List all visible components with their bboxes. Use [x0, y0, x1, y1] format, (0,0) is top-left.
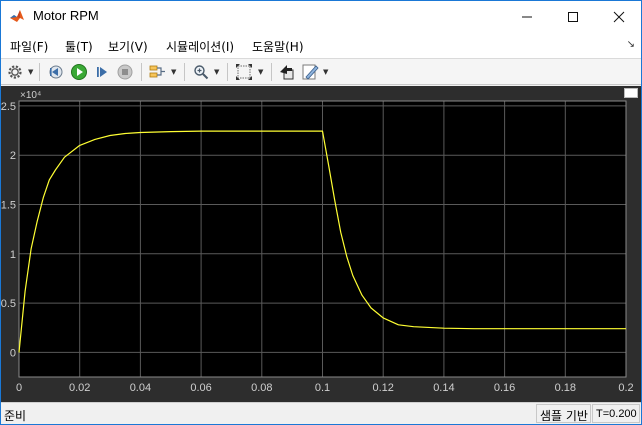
status-ready-text: 준비 — [4, 409, 27, 423]
x-tick-label: 0.18 — [555, 382, 576, 394]
toolbar: ▼ ▼ ▼ ▼ ▼ — [1, 59, 641, 85]
y-tick-label: 2.5 — [1, 101, 16, 113]
gear-icon — [8, 65, 22, 79]
y-tick-label: 0 — [10, 347, 16, 359]
minimize-icon — [522, 16, 532, 17]
run-icon — [71, 64, 87, 80]
step-back-icon — [49, 65, 63, 79]
menu-view[interactable]: 보기(V) — [108, 38, 148, 55]
signal-selector-icon — [149, 65, 165, 78]
x-tick-label: 0.02 — [69, 382, 90, 394]
style-icon — [302, 64, 319, 80]
y-exponent-label: ×10⁴ — [20, 90, 41, 101]
highlight-block-icon — [280, 65, 294, 80]
menu-overflow-icon[interactable]: ↘ — [627, 39, 635, 50]
x-tick-label: 0.04 — [130, 382, 151, 394]
x-tick-label: 0.1 — [315, 382, 330, 394]
y-tick-label: 1.5 — [1, 200, 16, 212]
minimize-button[interactable] — [504, 1, 550, 32]
x-tick-label: 0.14 — [433, 382, 454, 394]
step-back-button[interactable] — [45, 62, 67, 82]
style-dropdown-icon[interactable]: ▼ — [323, 68, 328, 76]
highlight-block-button[interactable] — [276, 62, 298, 82]
signal-dropdown-icon[interactable]: ▼ — [171, 68, 176, 76]
x-tick-label: 0.06 — [190, 382, 211, 394]
matlab-logo-icon — [10, 10, 24, 22]
toolbar-separator — [271, 63, 272, 81]
maximize-icon — [568, 11, 578, 22]
maximize-button[interactable] — [550, 1, 596, 32]
style-button[interactable] — [299, 62, 321, 82]
scope-chart[interactable]: 0 0.02 0.04 0.06 0.08 0.1 0.12 0.14 0.16 0.18 0.2 0… — [1, 86, 641, 402]
fit-to-view-button[interactable] — [233, 62, 255, 82]
close-icon — [613, 11, 625, 22]
step-forward-button[interactable] — [91, 62, 113, 82]
menu-help[interactable]: 도움말(H) — [252, 38, 304, 55]
settings-dropdown-icon[interactable]: ▼ — [28, 68, 33, 76]
scope-window: Motor RPM 파일(F) 툴(T) 보기(V) 시뮬레이션(I) 도움말(… — [0, 0, 642, 425]
x-tick-label: 0 — [16, 382, 22, 394]
x-tick-label: 0.16 — [494, 382, 515, 394]
menu-simulation[interactable]: 시뮬레이션(I) — [166, 38, 234, 55]
stop-icon — [117, 64, 133, 80]
menu-tools[interactable]: 툴(T) — [65, 38, 93, 55]
title-bar: Motor RPM — [1, 1, 641, 32]
x-tick-label: 0.08 — [251, 382, 272, 394]
run-button[interactable] — [68, 62, 90, 82]
status-sample-mode: 샘플 기반 — [536, 404, 591, 423]
stop-button[interactable] — [114, 62, 136, 82]
undock-button[interactable] — [624, 88, 638, 98]
x-tick-label: 0.12 — [372, 382, 393, 394]
signal-selector-button[interactable] — [147, 62, 169, 82]
zoom-button[interactable] — [190, 62, 212, 82]
settings-button[interactable] — [5, 62, 25, 82]
y-tick-label: 2 — [10, 150, 16, 162]
toolbar-separator — [184, 63, 185, 81]
x-tick-label: 0.2 — [618, 382, 633, 394]
zoom-icon — [194, 65, 209, 80]
status-bar: 준비 샘플 기반 T=0.200 — [1, 402, 641, 424]
zoom-dropdown-icon[interactable]: ▼ — [214, 68, 219, 76]
status-sim-time: T=0.200 — [592, 404, 640, 423]
scope-plot-area[interactable]: 0 0.02 0.04 0.06 0.08 0.1 0.12 0.14 0.16 0.18 0.2 0… — [1, 86, 641, 402]
step-forward-icon — [97, 67, 107, 77]
toolbar-separator — [227, 63, 228, 81]
toolbar-separator — [141, 63, 142, 81]
y-tick-label: 1 — [10, 249, 16, 261]
menu-bar: 파일(F) 툴(T) 보기(V) 시뮬레이션(I) 도움말(H) ↘ — [1, 32, 641, 59]
fit-dropdown-icon[interactable]: ▼ — [258, 68, 263, 76]
close-button[interactable] — [596, 1, 642, 32]
y-tick-label: 0.5 — [1, 298, 16, 310]
toolbar-separator — [39, 63, 40, 81]
window-title: Motor RPM — [33, 8, 99, 23]
menu-file[interactable]: 파일(F) — [10, 38, 48, 55]
fit-to-view-icon — [236, 64, 252, 80]
